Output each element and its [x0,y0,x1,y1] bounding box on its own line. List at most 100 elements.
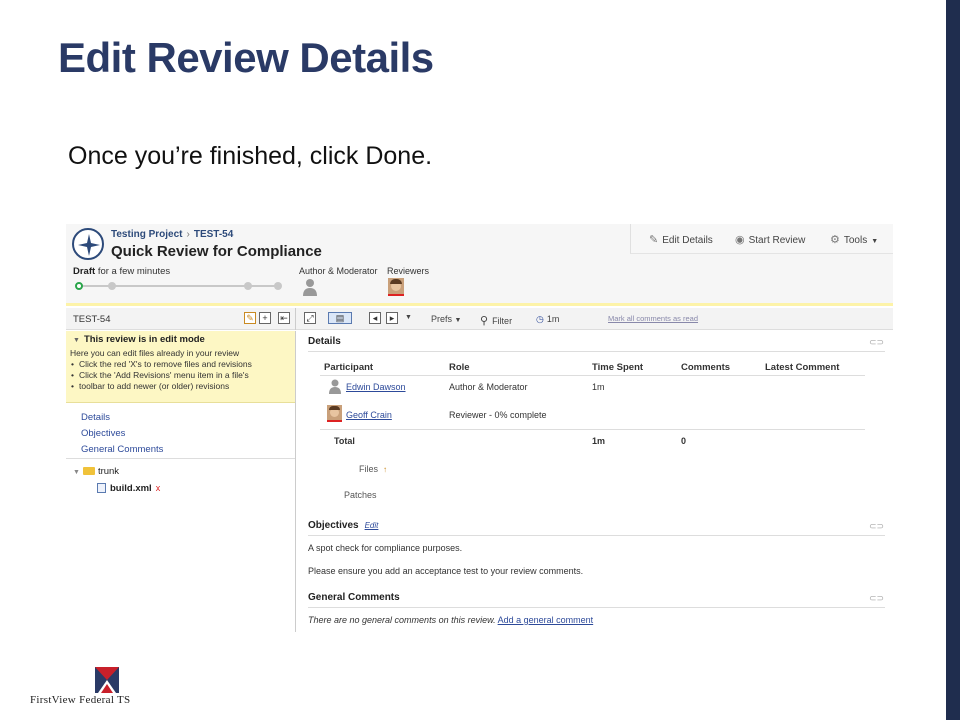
column-participant: Participant [324,362,374,373]
nav-item-general-comments[interactable]: General Comments [81,442,163,458]
objective-text: A spot check for compliance purposes. [308,543,463,553]
review-header: Testing Project › TEST-54 Quick Review for… [66,224,893,306]
start-review-label: Start Review [748,235,806,246]
breadcrumb-review-id[interactable]: TEST-54 [194,229,233,240]
nav-item-objectives[interactable]: Objectives [81,426,163,442]
divider [308,535,885,536]
objective-text: Please ensure you add an acceptance test… [308,566,584,576]
participant-person-icon [329,379,341,394]
workflow-step [274,282,282,290]
prefs-label: Prefs [431,314,453,324]
collapse-section-icon[interactable]: ⊂⊃ [869,521,884,532]
edit-mode-heading[interactable]: ▼ This review is in edit mode [70,334,291,345]
add-general-comment-link[interactable]: Add a general comment [498,615,594,625]
layout-toggle-icon[interactable]: ▤ [328,312,352,324]
collapse-section-icon[interactable]: ⊂⊃ [869,337,884,348]
breadcrumb-project[interactable]: Testing Project [111,229,183,240]
slide-side-bar [946,0,960,720]
remove-file-icon[interactable]: x [156,483,161,493]
review-title: Quick Review for Compliance [111,243,322,260]
edit-mode-tip: toolbar to add newer (or older) revision… [70,381,291,392]
footer-brand: FirstView Federal TS [30,694,131,706]
tools-menu-button[interactable]: ⚙ Tools ▼ [830,233,878,246]
folder-icon [82,467,95,475]
column-latest-comment: Latest Comment [765,362,840,373]
edit-pencil-icon[interactable]: ✎ [244,312,256,324]
review-actions-bar: ✎ Edit Details ◉ Start Review ⚙ Tools ▼ [630,224,893,254]
no-comments-text: There are no general comments on this re… [308,615,496,625]
author-moderator-label: Author & Moderator [299,266,378,276]
tree-folder-label: trunk [97,466,120,477]
participant-link[interactable]: Edwin Dawson [346,382,406,392]
files-label: Files [359,464,379,474]
collapse-section-icon[interactable]: ⊂⊃ [869,593,884,604]
edit-details-button[interactable]: ✎ Edit Details [649,233,713,246]
filter-button[interactable]: ⚲ Filter [480,314,512,327]
filter-label: Filter [492,316,513,326]
tree-file-label: build.xml [110,483,152,494]
file-icon [97,483,106,493]
total-label: Total [334,436,355,446]
mark-all-read-link[interactable]: Mark all comments as read [608,314,698,323]
slide-title: Edit Review Details [58,34,434,81]
nav-item-details[interactable]: Details [81,410,163,426]
files-row: Files ↑ [359,464,387,474]
filter-funnel-icon: ⚲ [480,315,489,327]
total-comments: 0 [681,436,687,446]
column-time-spent: Time Spent [592,362,644,373]
tree-folder-trunk[interactable]: ▼ trunk [73,466,119,477]
reviewers-label: Reviewers [387,266,430,276]
app-logo-icon [72,228,104,260]
start-review-button[interactable]: ◉ Start Review [735,233,805,246]
tree-file-build-xml[interactable]: build.xml x [97,483,160,494]
chevron-down-icon[interactable]: ▼ [405,314,412,321]
files-up-arrow-icon: ↑ [383,465,388,474]
total-time: 1m [592,436,606,446]
objectives-edit-link[interactable]: Edit [365,521,379,530]
edit-mode-tip: Click the 'Add Revisions' menu item in a… [70,370,291,381]
edit-mode-tips: Click the red 'X's to remove files and r… [70,359,291,392]
timer-display[interactable]: ◷ 1m [536,314,559,325]
divider [320,429,865,430]
review-status: Draft for a few minutes [73,266,170,277]
workflow-step [244,282,252,290]
pencil-icon: ✎ [649,234,659,246]
prefs-menu-button[interactable]: Prefs ▼ [431,314,461,324]
timer-value: 1m [546,314,560,324]
review-state-duration: for a few minutes [97,266,171,277]
edit-mode-intro: Here you can edit files already in your … [70,348,240,358]
start-circle-icon: ◉ [735,234,745,246]
edit-mode-heading-text: This review is in edit mode [83,334,205,345]
collapse-panel-icon[interactable]: ⇤ [278,312,290,324]
edit-mode-tip: Click the red 'X's to remove files and r… [70,359,291,370]
previous-icon[interactable]: ◂ [369,312,381,324]
participant-avatar[interactable] [327,405,342,422]
add-file-icon[interactable]: + [259,312,271,324]
next-icon[interactable]: ▸ [386,312,398,324]
column-comments: Comments [681,362,731,373]
collapse-triangle-icon: ▼ [73,337,80,344]
workflow-step-current [75,282,83,290]
tree-expand-icon[interactable]: ▼ [73,469,80,476]
section-nav: Details Objectives General Comments [81,410,163,458]
review-state: Draft [73,266,96,277]
participant-link[interactable]: Geoff Crain [346,410,392,420]
file-panel: ▼ This review is in edit mode Here you ca… [66,331,296,632]
breadcrumb-separator-icon: › [186,229,190,240]
expand-icon[interactable]: ⤢ [304,312,316,324]
column-role: Role [449,362,470,373]
general-comments-row: There are no general comments on this re… [308,615,593,625]
author-person-icon [303,279,317,296]
app-screenshot: Testing Project › TEST-54 Quick Review for… [66,224,893,632]
clock-icon: ◷ [536,314,544,324]
gear-icon: ⚙ [830,234,840,246]
divider [320,375,865,376]
details-heading: Details [308,336,341,347]
objectives-heading-text: Objectives [308,520,359,531]
divider [308,351,885,352]
tools-label: Tools [843,235,868,246]
divider [66,458,295,459]
edit-details-label: Edit Details [662,235,713,246]
reviewer-avatar[interactable] [388,278,404,296]
slide-instruction: Once you’re finished, click Done. [68,142,433,170]
